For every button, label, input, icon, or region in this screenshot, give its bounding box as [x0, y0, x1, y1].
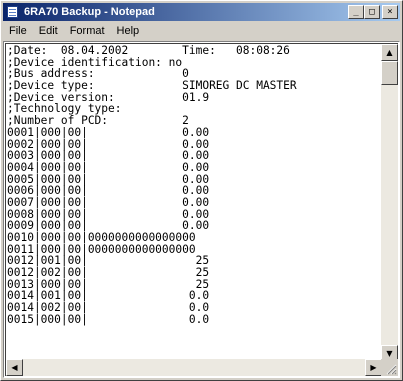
- arrow-right-icon: ▶: [370, 363, 377, 372]
- scroll-up-button[interactable]: ▲: [381, 44, 398, 61]
- arrow-left-icon: ◀: [11, 363, 18, 372]
- window-controls: _ □ ×: [348, 5, 398, 19]
- menu-file[interactable]: File: [3, 25, 33, 37]
- text-line: 0010|000|00|0000000000000000: [7, 231, 196, 244]
- close-button[interactable]: ×: [382, 5, 398, 19]
- text-line: 0015|000|00| 0.0: [7, 312, 210, 326]
- maximize-button[interactable]: □: [364, 5, 380, 19]
- arrow-up-icon: ▲: [386, 48, 393, 57]
- text-line: 0004|000|00| 0.00: [7, 160, 210, 174]
- notepad-icon: [5, 5, 21, 19]
- window-title: 6RA70 Backup - Notepad: [24, 6, 155, 18]
- vertical-scroll-thumb[interactable]: [381, 61, 398, 85]
- vertical-scrollbar[interactable]: ▲ ▼: [381, 44, 398, 362]
- notepad-window: 6RA70 Backup - Notepad _ □ × File Edit F…: [0, 0, 403, 381]
- scroll-right-button[interactable]: ▶: [365, 359, 382, 376]
- title-bar[interactable]: 6RA70 Backup - Notepad _ □ ×: [3, 3, 400, 21]
- size-grip[interactable]: [381, 359, 398, 376]
- menu-help[interactable]: Help: [111, 25, 146, 37]
- text-line: 0012|002|00| 25: [7, 266, 210, 280]
- text-line: ;Device type: SIMOREG DC MASTER: [7, 79, 297, 93]
- horizontal-scrollbar[interactable]: ◀ ▶: [6, 359, 382, 376]
- menu-bar: File Edit Format Help: [3, 22, 400, 40]
- scroll-left-button[interactable]: ◀: [6, 359, 23, 376]
- menu-edit[interactable]: Edit: [33, 25, 64, 37]
- text-area[interactable]: ;Date: 08.04.2002 Time: 08:08:26 ;Device …: [7, 45, 382, 361]
- arrow-down-icon: ▼: [386, 349, 393, 358]
- text-line: 0007|000|00| 0.00: [7, 195, 210, 209]
- text-line: ;Date: 08.04.2002 Time: 08:08:26: [7, 45, 290, 57]
- minimize-icon: _: [353, 7, 359, 17]
- close-icon: ×: [387, 7, 393, 17]
- text-editor: ;Date: 08.04.2002 Time: 08:08:26 ;Device …: [3, 41, 400, 378]
- minimize-button[interactable]: _: [348, 5, 364, 19]
- resize-grip-icon: [386, 364, 397, 375]
- menu-format[interactable]: Format: [64, 25, 111, 37]
- maximize-icon: □: [369, 7, 375, 17]
- text-line: 0001|000|00| 0.00: [7, 125, 210, 139]
